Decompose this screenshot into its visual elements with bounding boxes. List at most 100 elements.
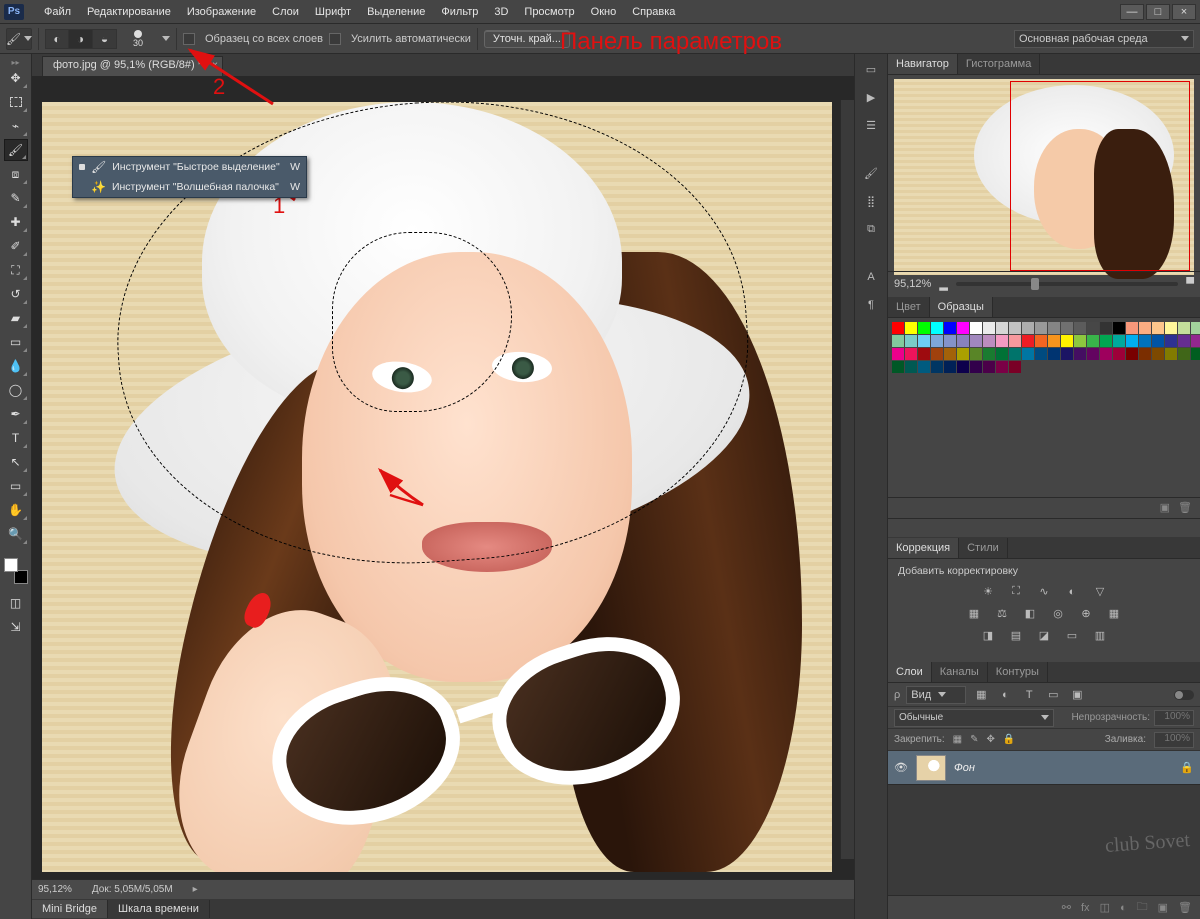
color-swatch[interactable] xyxy=(931,361,943,373)
color-swatch[interactable] xyxy=(1009,335,1021,347)
color-swatch[interactable] xyxy=(1113,335,1125,347)
add-selection-button[interactable]: ◑ xyxy=(69,29,93,49)
quickmask-toggle[interactable]: ◫ xyxy=(4,592,28,614)
color-swatch[interactable] xyxy=(1074,348,1086,360)
selective-icon[interactable]: ▥ xyxy=(1091,629,1109,643)
color-swatch[interactable] xyxy=(970,335,982,347)
color-swatch[interactable] xyxy=(944,322,956,334)
document-tab[interactable]: фото.jpg @ 95,1% (RGB/8#) * × xyxy=(42,56,223,76)
tab-styles[interactable]: Стили xyxy=(959,538,1008,558)
color-swatch[interactable] xyxy=(1139,322,1151,334)
flyout-quick-selection[interactable]: 🖌 Инструмент "Быстрое выделение" W xyxy=(73,157,306,177)
color-swatch[interactable] xyxy=(1113,322,1125,334)
tab-histogram[interactable]: Гистограмма xyxy=(958,54,1041,74)
vibrance-icon[interactable]: ▽ xyxy=(1091,585,1109,599)
curves-icon[interactable]: ∿ xyxy=(1035,585,1053,599)
color-swatch[interactable] xyxy=(1035,335,1047,347)
tab-timeline[interactable]: Шкала времени xyxy=(108,900,210,918)
color-swatch[interactable] xyxy=(1152,335,1164,347)
color-swatch[interactable] xyxy=(1074,335,1086,347)
dock-brushes-icon[interactable]: 🖌 xyxy=(860,164,882,182)
menu-3d[interactable]: 3D xyxy=(486,6,516,18)
type-tool[interactable]: T xyxy=(4,427,28,449)
layer-item-background[interactable]: 👁 Фон 🔒 xyxy=(888,751,1200,785)
color-swatch[interactable] xyxy=(1126,348,1138,360)
color-swatch[interactable] xyxy=(918,361,930,373)
new-group-icon[interactable]: 🗀 xyxy=(1137,898,1148,917)
tab-paths[interactable]: Контуры xyxy=(988,662,1048,682)
color-swatch[interactable] xyxy=(996,348,1008,360)
background-swatch[interactable] xyxy=(14,570,28,584)
color-swatch[interactable] xyxy=(1087,335,1099,347)
tab-layers[interactable]: Слои xyxy=(888,662,932,682)
filter-image-icon[interactable]: ▦ xyxy=(972,688,990,702)
new-selection-button[interactable]: ◐ xyxy=(45,29,69,49)
new-swatch-icon[interactable]: ▣ xyxy=(1160,501,1170,514)
color-swatch[interactable] xyxy=(905,348,917,360)
navigator-zoom-value[interactable]: 95,12% xyxy=(894,278,931,290)
menu-help[interactable]: Справка xyxy=(624,6,683,18)
color-swatch[interactable] xyxy=(957,335,969,347)
color-swatch[interactable] xyxy=(1100,335,1112,347)
shape-tool[interactable]: ▭ xyxy=(4,475,28,497)
color-swatch[interactable] xyxy=(892,335,904,347)
zoom-out-icon[interactable]: ▂ xyxy=(939,278,947,291)
color-swatch[interactable] xyxy=(970,322,982,334)
color-swatch[interactable] xyxy=(1178,322,1190,334)
layer-fx-icon[interactable]: fx xyxy=(1081,902,1090,914)
dock-character-icon[interactable]: A xyxy=(860,268,882,286)
color-swatch[interactable] xyxy=(983,335,995,347)
color-swatch[interactable] xyxy=(1191,335,1200,347)
color-swatch[interactable] xyxy=(892,322,904,334)
vertical-scrollbar[interactable] xyxy=(840,100,854,859)
lasso-tool[interactable]: ⌁ xyxy=(4,115,28,137)
filter-adjust-icon[interactable]: ◐ xyxy=(996,688,1014,702)
color-swatch[interactable] xyxy=(1139,348,1151,360)
dock-properties-icon[interactable]: ☰ xyxy=(860,116,882,134)
dock-clone-icon[interactable]: ⧉ xyxy=(860,220,882,238)
status-zoom[interactable]: 95,12% xyxy=(38,884,72,895)
levels-icon[interactable]: ⛶ xyxy=(1007,585,1025,599)
color-swatch[interactable] xyxy=(892,348,904,360)
dock-frame-icon[interactable]: ▭ xyxy=(860,60,882,78)
menu-view[interactable]: Просмотр xyxy=(516,6,582,18)
move-tool[interactable]: ✥ xyxy=(4,67,28,89)
color-swatch[interactable] xyxy=(905,335,917,347)
brush-dropdown-icon[interactable] xyxy=(162,36,170,41)
color-swatch[interactable] xyxy=(1061,335,1073,347)
delete-layer-icon[interactable]: 🗑 xyxy=(1178,901,1192,914)
document-canvas[interactable] xyxy=(42,102,832,872)
color-swatch[interactable] xyxy=(1087,348,1099,360)
auto-enhance-checkbox[interactable] xyxy=(329,33,341,45)
menu-edit[interactable]: Редактирование xyxy=(79,6,179,18)
screenmode-toggle[interactable]: ⇲ xyxy=(4,616,28,638)
color-swatch[interactable] xyxy=(1009,348,1021,360)
color-swatch[interactable] xyxy=(1048,322,1060,334)
color-swatch[interactable] xyxy=(957,322,969,334)
tab-mini-bridge[interactable]: Mini Bridge xyxy=(32,900,108,918)
new-fill-icon[interactable]: ◐ xyxy=(1120,902,1127,914)
filter-smart-icon[interactable]: ▣ xyxy=(1068,688,1086,702)
hand-tool[interactable]: ✋ xyxy=(4,499,28,521)
color-swatch[interactable] xyxy=(983,348,995,360)
gradient-tool[interactable]: ▭ xyxy=(4,331,28,353)
color-swatch[interactable] xyxy=(918,322,930,334)
color-swatch[interactable] xyxy=(1100,348,1112,360)
filter-shape-icon[interactable]: ▭ xyxy=(1044,688,1062,702)
path-select-tool[interactable]: ↖ xyxy=(4,451,28,473)
posterize-icon[interactable]: ▤ xyxy=(1007,629,1025,643)
color-swatch[interactable] xyxy=(957,361,969,373)
layer-name[interactable]: Фон xyxy=(954,762,975,774)
color-swatch[interactable] xyxy=(1087,322,1099,334)
lock-all-icon[interactable]: 🔒 xyxy=(1003,734,1015,745)
blend-mode-select[interactable]: Обычные xyxy=(894,709,1054,727)
hue-icon[interactable]: ▦ xyxy=(965,607,983,621)
layer-filter-kind[interactable]: Вид xyxy=(906,686,966,704)
invert-icon[interactable]: ◨ xyxy=(979,629,997,643)
stamp-tool[interactable]: ⛶ xyxy=(4,259,28,281)
color-swatch[interactable] xyxy=(1009,322,1021,334)
quick-selection-tool[interactable]: 🖌 xyxy=(4,139,28,161)
healing-tool[interactable]: ✚ xyxy=(4,211,28,233)
subtract-selection-button[interactable]: ◒ xyxy=(93,29,117,49)
color-swatch[interactable] xyxy=(1113,348,1125,360)
